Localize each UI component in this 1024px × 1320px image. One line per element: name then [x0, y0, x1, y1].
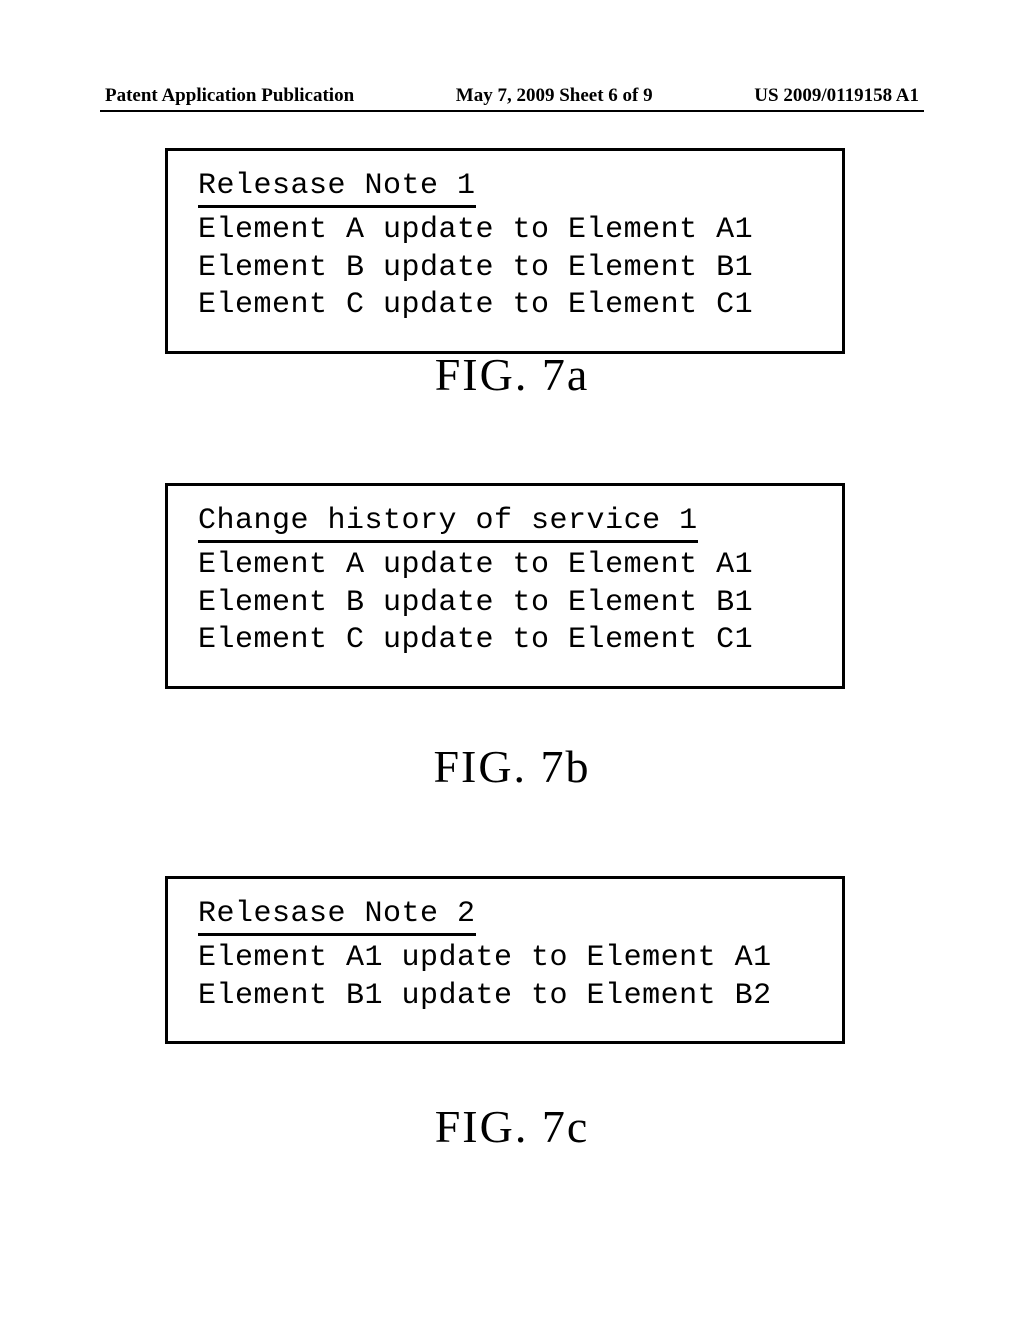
header-date-sheet: May 7, 2009 Sheet 6 of 9	[456, 85, 653, 107]
page-header: Patent Application Publication May 7, 20…	[0, 85, 1024, 107]
figure-7a-line: Element B update to Element B1	[198, 250, 812, 288]
figure-7a-line: Element C update to Element C1	[198, 287, 812, 325]
figure-7c-box: Relesase Note 2 Element A1 update to Ele…	[165, 876, 845, 1044]
figure-7b-line: Element C update to Element C1	[198, 622, 812, 660]
header-publication-type: Patent Application Publication	[105, 85, 354, 107]
header-divider	[100, 110, 924, 112]
figure-7c-title: Relesase Note 2	[198, 897, 476, 936]
figure-7a-box: Relesase Note 1 Element A update to Elem…	[165, 148, 845, 354]
figure-7c-label: FIG. 7c	[0, 1100, 1024, 1153]
figure-7a-title: Relesase Note 1	[198, 169, 476, 208]
figure-7c-line: Element B1 update to Element B2	[198, 978, 812, 1016]
figure-7b-box: Change history of service 1 Element A up…	[165, 483, 845, 689]
figure-7c-line: Element A1 update to Element A1	[198, 940, 812, 978]
figure-7a-line: Element A update to Element A1	[198, 212, 812, 250]
figure-7b-line: Element A update to Element A1	[198, 547, 812, 585]
figure-7a-label: FIG. 7a	[0, 348, 1024, 401]
figure-7b-line: Element B update to Element B1	[198, 585, 812, 623]
figure-7b-label: FIG. 7b	[0, 740, 1024, 793]
figure-7b-title: Change history of service 1	[198, 504, 698, 543]
header-publication-number: US 2009/0119158 A1	[754, 85, 919, 107]
